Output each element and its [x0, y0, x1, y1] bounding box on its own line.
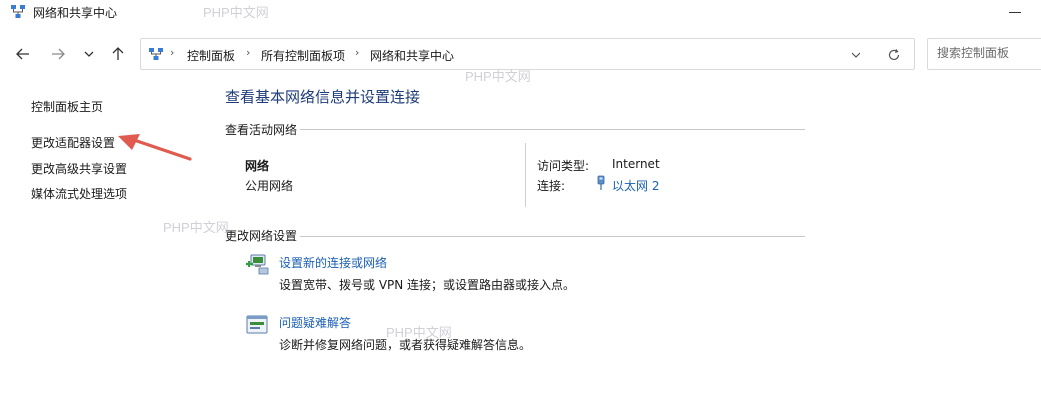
title-bar: 网络和共享中心 [0, 0, 1041, 26]
arrow-up-icon [112, 47, 124, 60]
refresh-button[interactable] [885, 46, 903, 64]
sidebar-item-media-streaming[interactable]: 媒体流式处理选项 [31, 185, 127, 202]
setup-connection-description: 设置宽带、拨号或 VPN 连接；或设置路由器或接入点。 [279, 278, 576, 292]
chevron-down-icon [851, 52, 861, 58]
troubleshoot-link[interactable]: 问题疑难解答 [279, 314, 351, 331]
breadcrumb-separator-icon[interactable]: › [246, 46, 250, 59]
access-type-value: Internet [612, 157, 660, 171]
ethernet-icon [597, 175, 605, 190]
network-name: 网络 [245, 159, 270, 173]
annotation-arrow [118, 134, 192, 161]
breadcrumb-all-items[interactable]: 所有控制面板项 [261, 47, 345, 64]
watermark: PHP中文网 [386, 325, 452, 340]
breadcrumb-network-center[interactable]: 网络和共享中心 [370, 47, 454, 64]
page-title: 查看基本网络信息并设置连接 [225, 88, 421, 106]
access-type-label: 访问类型: [537, 159, 590, 173]
network-setup-icon [246, 254, 269, 275]
arrow-left-icon [16, 48, 29, 60]
sidebar-item-change-adapter[interactable]: 更改适配器设置 [31, 134, 115, 151]
forward-button[interactable] [45, 41, 71, 67]
change-settings-heading: 更改网络设置 [225, 229, 298, 243]
chevron-down-icon [84, 51, 94, 57]
search-box[interactable] [927, 38, 1041, 70]
refresh-icon [888, 49, 900, 61]
recent-locations-button[interactable] [76, 41, 102, 67]
window-title: 网络和共享中心 [33, 6, 118, 20]
back-button[interactable] [10, 41, 36, 67]
up-button[interactable] [105, 41, 131, 67]
connection-label: 连接: [537, 179, 566, 193]
watermark: PHP中文网 [163, 220, 229, 235]
section-divider [300, 129, 805, 130]
vertical-divider [525, 143, 526, 207]
watermark: PHP中文网 [203, 5, 269, 20]
connection-link[interactable]: 以太网 2 [612, 177, 659, 194]
network-center-icon [11, 5, 25, 18]
address-dropdown-button[interactable] [847, 46, 865, 64]
breadcrumb-separator-icon[interactable]: › [355, 46, 359, 59]
setup-connection-link[interactable]: 设置新的连接或网络 [279, 254, 387, 271]
active-networks-heading: 查看活动网络 [225, 123, 298, 137]
arrow-right-icon [52, 48, 65, 60]
sidebar-item-home[interactable]: 控制面板主页 [31, 98, 103, 115]
section-divider [300, 236, 805, 237]
breadcrumb-separator-icon[interactable]: › [170, 46, 174, 59]
breadcrumb-control-panel[interactable]: 控制面板 [187, 47, 235, 64]
search-input[interactable] [937, 46, 1037, 60]
network-type: 公用网络 [245, 179, 294, 193]
troubleshoot-icon [246, 315, 268, 334]
minimize-button[interactable] [996, 0, 1041, 26]
control-panel-icon [149, 48, 163, 60]
watermark: PHP中文网 [465, 69, 531, 84]
